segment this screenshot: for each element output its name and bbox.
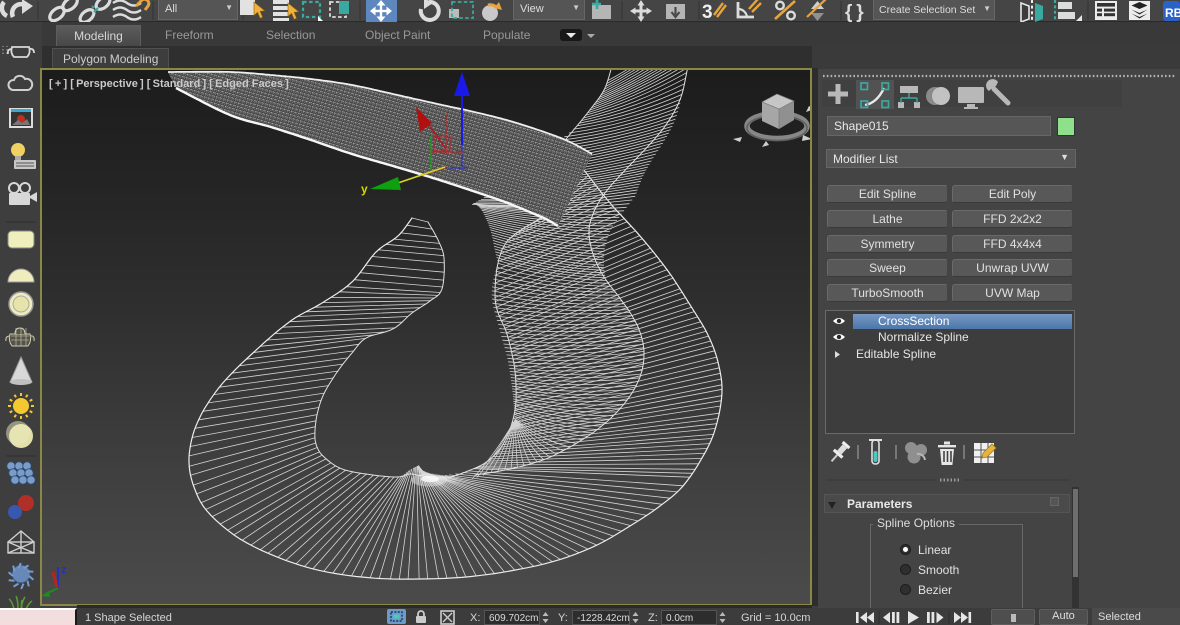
svg-text:y: y xyxy=(361,182,368,196)
svg-text:3: 3 xyxy=(702,2,713,22)
svg-text:z: z xyxy=(61,564,67,576)
svg-text:{ }: { } xyxy=(845,2,864,22)
svg-text:RB: RB xyxy=(1165,6,1180,20)
